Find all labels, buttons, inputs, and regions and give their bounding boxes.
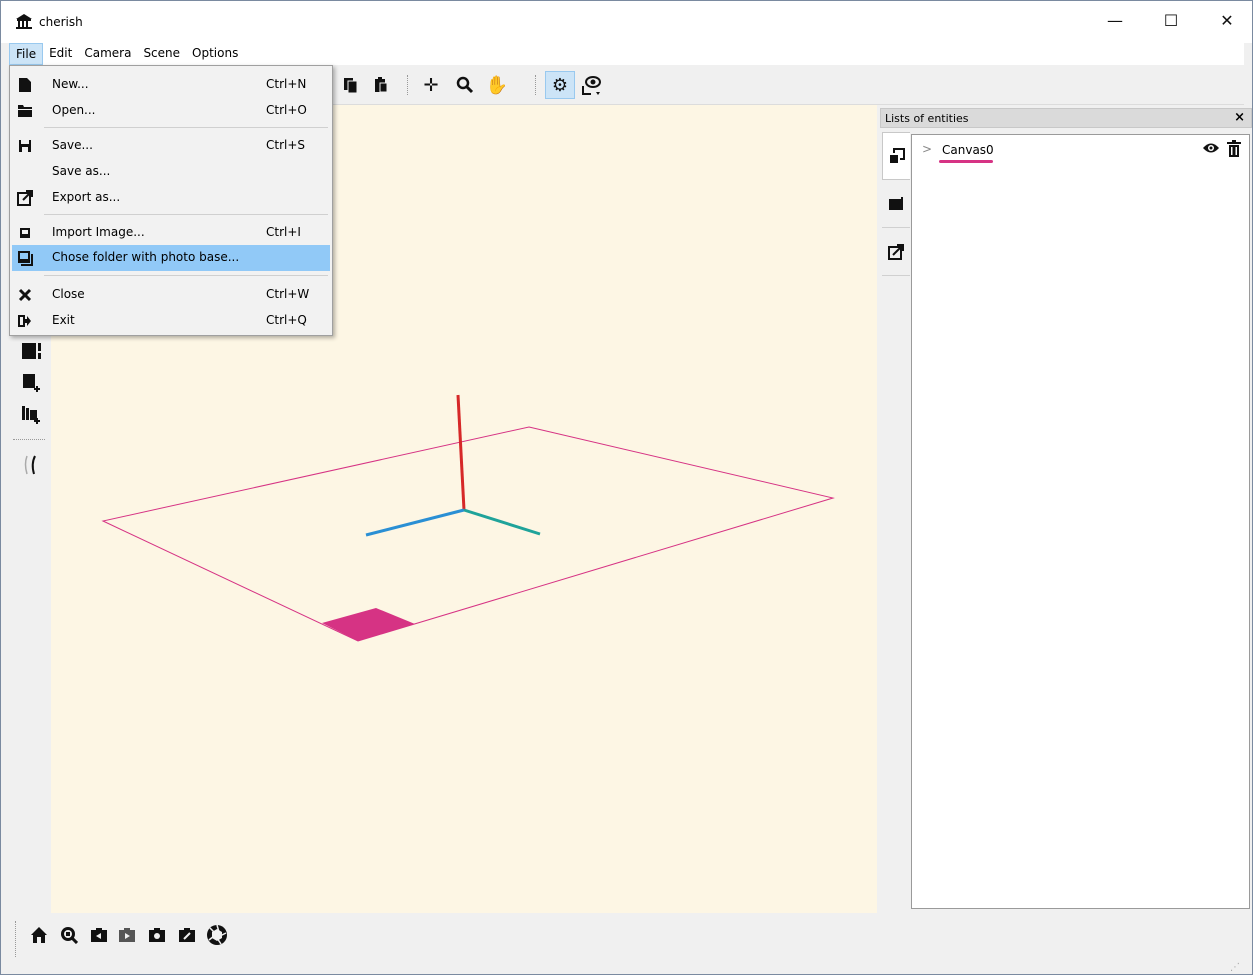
title-bar: cherish — ☐ ✕ bbox=[1, 1, 1252, 43]
menu-item-label: Import Image... bbox=[52, 225, 145, 239]
menu-item-shortcut: Ctrl+O bbox=[266, 103, 307, 117]
camera-next-icon[interactable] bbox=[115, 923, 139, 947]
visibility-eye-icon[interactable] bbox=[1202, 141, 1220, 159]
add-multiple-canvas-icon[interactable] bbox=[17, 401, 45, 429]
menu-separator bbox=[44, 214, 328, 215]
menu-item-export-as[interactable]: Export as... bbox=[12, 185, 330, 211]
toolbar-separator bbox=[535, 75, 536, 95]
delete-trash-icon[interactable] bbox=[1226, 140, 1242, 162]
menu-item-close[interactable]: Close Ctrl+W bbox=[12, 282, 330, 308]
canvas0-plane bbox=[101, 426, 835, 642]
window-title: cherish bbox=[39, 15, 83, 29]
new-file-icon bbox=[16, 76, 34, 94]
view-eye-icon[interactable] bbox=[579, 73, 603, 97]
camera-edit-icon[interactable] bbox=[175, 923, 199, 947]
menu-item-exit[interactable]: Exit Ctrl+Q bbox=[12, 308, 330, 334]
menu-item-label: Exit bbox=[52, 313, 75, 327]
dock-tabs bbox=[882, 132, 910, 276]
entity-name[interactable]: Canvas0 bbox=[942, 143, 994, 157]
menu-item-shortcut: Ctrl+I bbox=[266, 225, 301, 239]
close-icon bbox=[16, 286, 34, 304]
menu-item-shortcut: Ctrl+N bbox=[266, 77, 307, 91]
close-window-button[interactable]: ✕ bbox=[1199, 1, 1253, 39]
menu-edit[interactable]: Edit bbox=[43, 43, 78, 65]
settings-gears-icon[interactable]: ⚙ bbox=[545, 71, 575, 99]
menu-item-label: Close bbox=[52, 287, 85, 301]
entity-color-indicator bbox=[939, 160, 993, 163]
file-menu-dropdown: New... Ctrl+N Open... Ctrl+O Save... Ctr… bbox=[9, 65, 333, 336]
menu-scene[interactable]: Scene bbox=[137, 43, 186, 65]
menu-item-label: Open... bbox=[52, 103, 96, 117]
menu-item-save-as[interactable]: Save as... bbox=[12, 159, 330, 185]
camera-prev-icon[interactable] bbox=[87, 923, 111, 947]
paste-icon[interactable] bbox=[369, 73, 393, 97]
menu-item-label: Save as... bbox=[52, 164, 111, 178]
menu-camera[interactable]: Camera bbox=[78, 43, 137, 65]
move-icon[interactable]: ✛ bbox=[419, 73, 443, 97]
home-icon[interactable] bbox=[27, 923, 51, 947]
import-image-icon bbox=[16, 224, 34, 242]
zoom-icon[interactable] bbox=[453, 73, 477, 97]
axis-z bbox=[456, 394, 466, 511]
menu-item-label: New... bbox=[52, 77, 89, 91]
camera-save-icon[interactable] bbox=[145, 923, 169, 947]
photo-base-icon bbox=[16, 249, 34, 267]
axis-y bbox=[463, 508, 541, 536]
menu-bar: File Edit Camera Scene Options bbox=[9, 43, 1244, 65]
toolbar-separator bbox=[407, 75, 408, 95]
status-bar: ⋰ bbox=[9, 953, 1244, 975]
menu-separator bbox=[44, 127, 328, 128]
toolbar-separator bbox=[13, 439, 45, 440]
menu-item-open[interactable]: Open... Ctrl+O bbox=[12, 98, 330, 124]
pan-hand-icon[interactable]: ✋ bbox=[485, 73, 509, 97]
entity-list: > Canvas0 bbox=[911, 134, 1250, 909]
toolbar-grip bbox=[15, 921, 17, 957]
entities-dock: Lists of entities × > Canvas0 bbox=[880, 108, 1252, 913]
aperture-icon[interactable] bbox=[205, 923, 229, 947]
axis-x bbox=[365, 508, 465, 537]
dock-header: Lists of entities × bbox=[880, 108, 1252, 128]
menu-item-shortcut: Ctrl+Q bbox=[266, 313, 307, 327]
menu-item-label: Save... bbox=[52, 138, 93, 152]
entity-row-canvas0[interactable]: > Canvas0 bbox=[912, 140, 1249, 165]
dock-close-button[interactable]: × bbox=[1234, 110, 1245, 125]
menu-item-shortcut: Ctrl+S bbox=[266, 138, 306, 152]
resize-grip-icon[interactable]: ⋰ bbox=[1230, 962, 1240, 973]
open-folder-icon bbox=[16, 102, 34, 120]
zoom-fit-icon[interactable] bbox=[57, 923, 81, 947]
app-window: cherish — ☐ ✕ File Edit Camera Scene Opt… bbox=[0, 0, 1253, 975]
menu-item-save[interactable]: Save... Ctrl+S bbox=[12, 133, 330, 159]
menu-file[interactable]: File bbox=[9, 43, 44, 65]
maximize-button[interactable]: ☐ bbox=[1143, 1, 1199, 39]
exit-icon bbox=[16, 312, 34, 330]
camera-toolbar bbox=[9, 913, 1244, 957]
tab-photos-icon[interactable] bbox=[882, 180, 910, 228]
canvas-tool-icon[interactable] bbox=[17, 337, 45, 365]
copy-icon[interactable] bbox=[339, 73, 363, 97]
add-canvas-icon[interactable] bbox=[17, 369, 45, 397]
menu-item-photo-base[interactable]: Chose folder with photo base... bbox=[12, 245, 330, 271]
menu-item-label: Export as... bbox=[52, 190, 121, 204]
export-icon bbox=[16, 189, 34, 207]
dock-title: Lists of entities bbox=[885, 112, 969, 125]
menu-separator bbox=[44, 275, 328, 276]
canvas0-corner-marker bbox=[322, 608, 415, 641]
stroke-tool-icon[interactable] bbox=[17, 451, 45, 479]
menu-options[interactable]: Options bbox=[186, 43, 244, 65]
menu-item-shortcut: Ctrl+W bbox=[266, 287, 310, 301]
minimize-button[interactable]: — bbox=[1087, 1, 1143, 39]
menu-item-import-image[interactable]: Import Image... Ctrl+I bbox=[12, 220, 330, 246]
menu-item-label: Chose folder with photo base... bbox=[52, 250, 240, 264]
expand-icon[interactable]: > bbox=[922, 142, 932, 156]
menu-item-new[interactable]: New... Ctrl+N bbox=[12, 72, 330, 98]
tab-entities-icon[interactable] bbox=[882, 132, 910, 180]
save-icon bbox=[16, 137, 34, 155]
app-logo-icon bbox=[16, 14, 32, 29]
tab-export-icon[interactable] bbox=[882, 228, 910, 276]
